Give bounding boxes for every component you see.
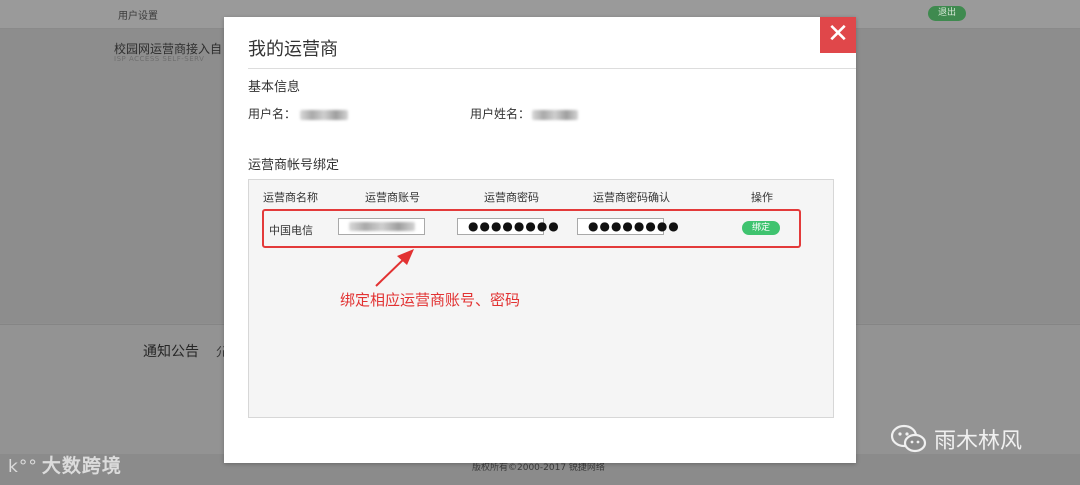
watermark-logo-icon: k°° xyxy=(8,457,38,477)
watermark-left-text: 大数跨境 xyxy=(41,455,122,477)
header-password-confirm: 运营商密码确认 xyxy=(593,191,670,204)
account-value-redacted xyxy=(349,222,415,231)
title-divider xyxy=(248,68,856,69)
bind-button[interactable]: 绑定 xyxy=(742,221,780,235)
header-carrier-password: 运营商密码 xyxy=(484,191,539,204)
username-value-redacted xyxy=(300,109,349,120)
modal-title: 我的运营商 xyxy=(248,39,338,60)
watermark-right: 雨木林风 xyxy=(890,423,1022,460)
my-carrier-modal: 我的运营商 ✕ 基本信息 用户名： 用户姓名： 运营商帐号绑定 运营商名称 运营… xyxy=(224,17,856,463)
notice-title: 通知公告 xyxy=(143,344,199,360)
page-subheading: ISP ACCESS SELF-SERV xyxy=(114,55,205,63)
header-carrier-name: 运营商名称 xyxy=(263,191,318,204)
binding-table: 运营商名称 运营商账号 运营商密码 运营商密码确认 操作 中国电信 ●●●●●●… xyxy=(248,179,834,418)
watermark-right-text: 雨木林风 xyxy=(934,429,1023,454)
close-icon: ✕ xyxy=(827,19,849,49)
username-label: 用户名： xyxy=(248,107,297,121)
realname-label: 用户姓名： xyxy=(470,107,531,121)
logout-button[interactable]: 退出 xyxy=(928,6,966,21)
annotation-text: 绑定相应运营商账号、密码 xyxy=(340,291,521,309)
carrier-account-input[interactable] xyxy=(338,218,425,235)
binding-title: 运营商帐号绑定 xyxy=(248,158,340,173)
realname-value-redacted xyxy=(532,109,579,120)
watermark-left: k°° 大数跨境 xyxy=(8,451,122,478)
username-field: 用户名： xyxy=(248,105,349,122)
annotation-arrow-icon xyxy=(375,249,414,287)
wechat-icon xyxy=(890,424,928,460)
carrier-password-confirm-input[interactable]: ●●●●●●●● xyxy=(577,218,679,235)
nav-user-settings[interactable]: 用户设置 xyxy=(118,7,158,22)
basic-info-title: 基本信息 xyxy=(248,80,301,95)
carrier-password-input[interactable]: ●●●●●●●● xyxy=(457,218,559,235)
header-action: 操作 xyxy=(751,191,773,204)
close-button[interactable]: ✕ xyxy=(820,17,856,53)
realname-field: 用户姓名： xyxy=(470,105,579,122)
carrier-name: 中国电信 xyxy=(269,224,313,237)
header-carrier-account: 运营商账号 xyxy=(365,191,420,204)
